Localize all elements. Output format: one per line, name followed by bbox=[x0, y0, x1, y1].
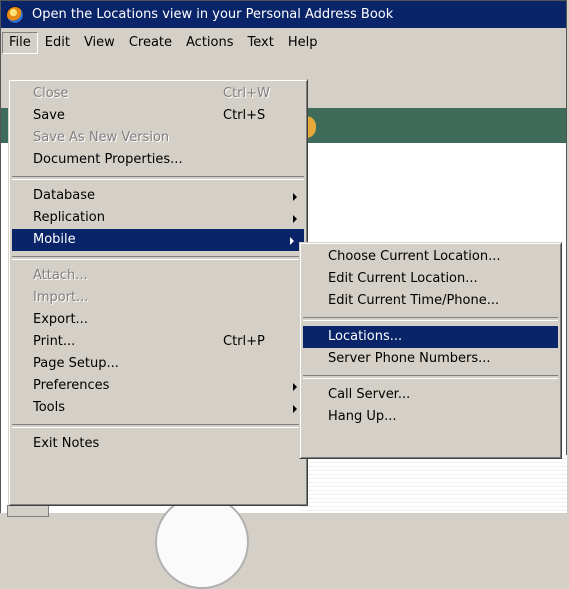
mobile-choose-current-location-label: Choose Current Location... bbox=[328, 249, 501, 264]
file-save-item[interactable]: Save Ctrl+S bbox=[9, 105, 307, 127]
chevron-right-icon bbox=[293, 215, 297, 223]
file-close-label: Close bbox=[33, 86, 69, 101]
mobile-call-server-item[interactable]: Call Server... bbox=[300, 384, 561, 406]
mobile-call-server-label: Call Server... bbox=[328, 387, 411, 402]
file-print-shortcut: Ctrl+P bbox=[223, 334, 265, 349]
lotus-notes-icon[interactable] bbox=[6, 5, 24, 24]
app-background-pattern bbox=[300, 455, 567, 513]
file-replication-item[interactable]: Replication bbox=[9, 207, 307, 229]
file-menu: Close Ctrl+W Save Ctrl+S Save As New Ver… bbox=[8, 79, 308, 506]
file-database-label: Database bbox=[33, 188, 96, 203]
file-print-item[interactable]: Print... Ctrl+P bbox=[9, 331, 307, 353]
file-export-label: Export... bbox=[33, 312, 88, 327]
mobile-submenu: Choose Current Location... Edit Current … bbox=[299, 242, 562, 459]
menu-separator bbox=[12, 256, 304, 260]
file-page-setup-item[interactable]: Page Setup... bbox=[9, 353, 307, 375]
bottom-decoration bbox=[155, 495, 249, 589]
menu-actions[interactable]: Actions bbox=[179, 32, 241, 54]
file-save-shortcut: Ctrl+S bbox=[223, 108, 266, 123]
chevron-right-icon bbox=[293, 405, 297, 413]
file-page-setup-label: Page Setup... bbox=[33, 356, 119, 371]
chevron-right-icon bbox=[293, 193, 297, 201]
file-save-label: Save bbox=[33, 108, 65, 123]
mobile-locations-item[interactable]: Locations... bbox=[303, 326, 558, 348]
menu-help[interactable]: Help bbox=[281, 32, 325, 54]
chevron-right-icon bbox=[293, 383, 297, 391]
file-replication-label: Replication bbox=[33, 210, 105, 225]
window-title: Open the Locations view in your Personal… bbox=[32, 7, 394, 22]
mobile-edit-current-time-phone-label: Edit Current Time/Phone... bbox=[328, 293, 500, 308]
file-exit-notes-item[interactable]: Exit Notes bbox=[9, 433, 307, 455]
mobile-hang-up-label: Hang Up... bbox=[328, 409, 397, 424]
mobile-choose-current-location-item[interactable]: Choose Current Location... bbox=[300, 246, 561, 268]
menu-separator bbox=[12, 424, 304, 428]
file-exit-notes-label: Exit Notes bbox=[33, 436, 100, 451]
chevron-right-icon bbox=[290, 237, 294, 245]
file-save-as-new-version-label: Save As New Version bbox=[33, 130, 170, 145]
file-tools-label: Tools bbox=[33, 400, 66, 415]
file-document-properties-label: Document Properties... bbox=[33, 152, 183, 167]
mobile-hang-up-item[interactable]: Hang Up... bbox=[300, 406, 561, 428]
menu-separator bbox=[12, 176, 304, 180]
menu-separator bbox=[303, 375, 558, 379]
file-close-item[interactable]: Close Ctrl+W bbox=[9, 83, 307, 105]
file-save-as-new-version-item[interactable]: Save As New Version bbox=[9, 127, 307, 149]
file-attach-label: Attach... bbox=[33, 268, 88, 283]
menu-text[interactable]: Text bbox=[241, 32, 281, 54]
mobile-server-phone-numbers-item[interactable]: Server Phone Numbers... bbox=[300, 348, 561, 370]
mobile-locations-label: Locations... bbox=[328, 329, 403, 344]
menu-separator bbox=[303, 317, 558, 321]
menu-bar: File Edit View Create Actions Text Help bbox=[1, 28, 566, 58]
file-document-properties-item[interactable]: Document Properties... bbox=[9, 149, 307, 171]
file-import-item[interactable]: Import... bbox=[9, 287, 307, 309]
file-preferences-label: Preferences bbox=[33, 378, 110, 393]
file-database-item[interactable]: Database bbox=[9, 185, 307, 207]
menu-edit[interactable]: Edit bbox=[38, 32, 77, 54]
file-mobile-label: Mobile bbox=[33, 232, 76, 247]
menu-file[interactable]: File bbox=[2, 32, 38, 54]
file-export-item[interactable]: Export... bbox=[9, 309, 307, 331]
menu-create[interactable]: Create bbox=[122, 32, 179, 54]
mobile-edit-current-location-label: Edit Current Location... bbox=[328, 271, 478, 286]
file-tools-item[interactable]: Tools bbox=[9, 397, 307, 419]
mobile-edit-current-location-item[interactable]: Edit Current Location... bbox=[300, 268, 561, 290]
mobile-edit-current-time-phone-item[interactable]: Edit Current Time/Phone... bbox=[300, 290, 561, 312]
file-print-label: Print... bbox=[33, 334, 76, 349]
file-preferences-item[interactable]: Preferences bbox=[9, 375, 307, 397]
title-bar: Open the Locations view in your Personal… bbox=[1, 1, 566, 28]
file-close-shortcut: Ctrl+W bbox=[223, 86, 270, 101]
menu-view[interactable]: View bbox=[77, 32, 122, 54]
file-import-label: Import... bbox=[33, 290, 89, 305]
mobile-server-phone-numbers-label: Server Phone Numbers... bbox=[328, 351, 491, 366]
file-mobile-item[interactable]: Mobile bbox=[12, 229, 304, 251]
scrollbar-fragment[interactable] bbox=[7, 505, 49, 517]
file-attach-item[interactable]: Attach... bbox=[9, 265, 307, 287]
